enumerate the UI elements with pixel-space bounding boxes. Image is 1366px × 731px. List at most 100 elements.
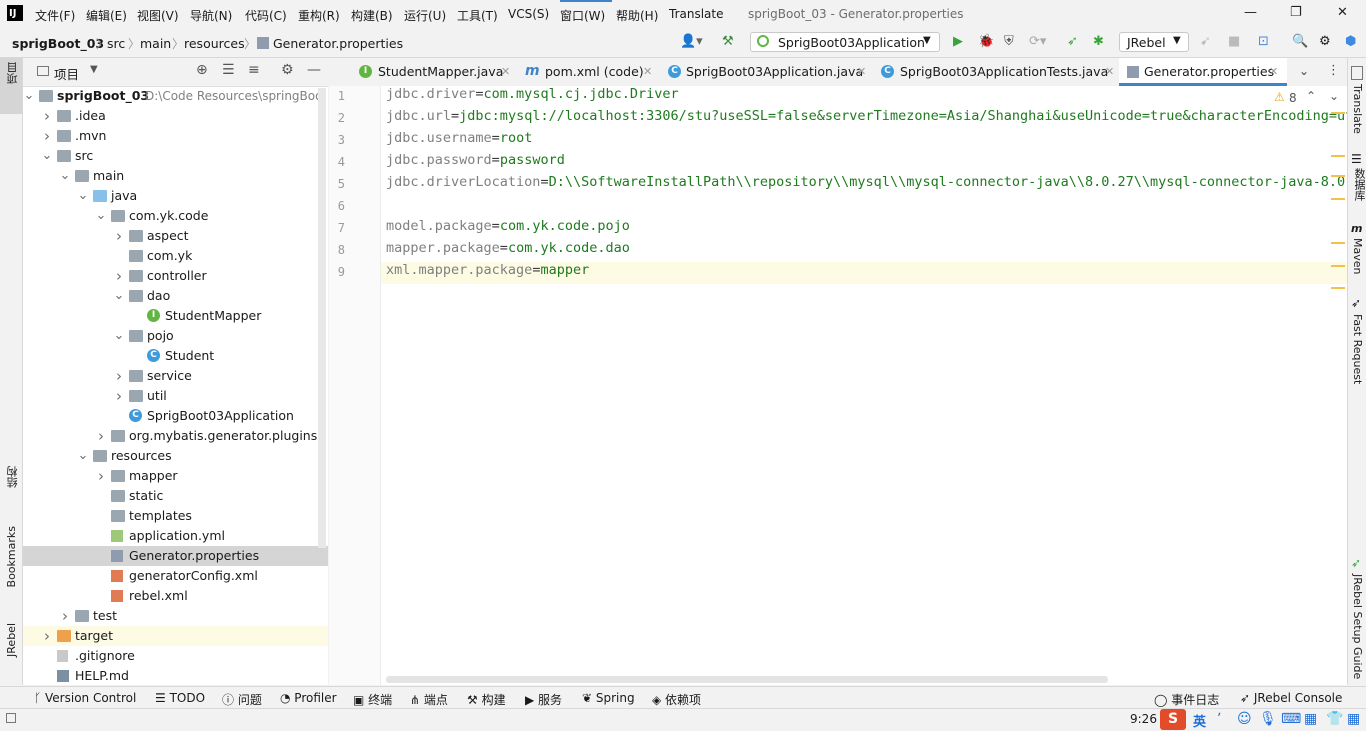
event-log-button[interactable]: ◯ 事件日志 xyxy=(1154,691,1219,708)
tree-item[interactable]: › service xyxy=(23,366,328,386)
close-icon[interactable]: ✕ xyxy=(1269,58,1278,85)
tree-item[interactable]: ⌄ dao xyxy=(23,286,328,306)
menu-tools[interactable]: 工具(T) xyxy=(457,7,498,24)
spring-button[interactable]: ❦ Spring xyxy=(582,691,635,705)
rerun-icon[interactable]: ➹ xyxy=(1200,34,1211,49)
chevron-down-icon[interactable]: ⌄ xyxy=(23,86,35,106)
gear-icon[interactable]: ⚙ xyxy=(1319,34,1331,49)
chevron-down-icon[interactable]: ⌄ xyxy=(113,286,125,306)
chevron-right-icon[interactable]: › xyxy=(113,366,125,386)
chevron-right-icon[interactable]: › xyxy=(113,266,125,286)
build-hammer-icon[interactable]: ⚒ xyxy=(722,34,734,49)
warning-icon[interactable]: ⚠ xyxy=(1274,90,1285,104)
tree-item[interactable]: › controller xyxy=(23,266,328,286)
menu-run[interactable]: 运行(U) xyxy=(404,7,446,24)
inspection-marker[interactable] xyxy=(1331,265,1345,267)
tree-item[interactable]: ⌄ resources xyxy=(23,446,328,466)
tab-generator-properties[interactable]: P Generator.properties ✕ xyxy=(1119,58,1287,86)
search-icon[interactable]: 🔍 xyxy=(1292,34,1308,49)
tree-item[interactable]: ⌄ main xyxy=(23,166,328,186)
code-line[interactable]: jdbc.url=jdbc:mysql://localhost:3306/stu… xyxy=(386,108,1347,130)
chevron-right-icon[interactable]: › xyxy=(95,466,107,486)
profiler-button[interactable]: ◔ Profiler xyxy=(280,691,337,705)
expand-all-icon[interactable]: ☰ xyxy=(222,62,235,78)
emoji-icon[interactable]: ☺ xyxy=(1237,711,1252,727)
chevron-down-icon[interactable]: ⌄ xyxy=(1329,89,1339,103)
gear-icon[interactable]: ⚙ xyxy=(281,62,294,78)
horizontal-scrollbar[interactable] xyxy=(386,676,1108,683)
inspection-marker[interactable] xyxy=(1331,287,1345,289)
menu-navigate[interactable]: 导航(N) xyxy=(190,7,232,24)
jrebel-run-icon[interactable]: ➶ xyxy=(1067,34,1078,49)
jrebel-setup-guide-button[interactable]: JRebel Setup Guide xyxy=(1351,574,1364,679)
chevron-down-icon[interactable]: ⌄ xyxy=(1299,64,1309,78)
breadcrumb-src[interactable]: src xyxy=(107,36,125,51)
chevron-right-icon[interactable]: › xyxy=(41,106,53,126)
stop-icon[interactable]: ■ xyxy=(1228,34,1240,49)
menu-window[interactable]: 窗口(W) xyxy=(560,7,605,24)
tree-item[interactable]: static xyxy=(23,486,328,506)
tree-item[interactable]: I StudentMapper xyxy=(23,306,328,326)
close-icon[interactable]: ✕ xyxy=(643,58,652,85)
close-icon[interactable]: ✕ xyxy=(501,58,510,85)
maven-tool-button[interactable]: Maven xyxy=(1351,238,1364,274)
tree-item[interactable]: ⌄ pojo xyxy=(23,326,328,346)
breadcrumb-project[interactable]: sprigBoot_03 xyxy=(12,36,104,51)
menu-edit[interactable]: 编辑(E) xyxy=(86,7,127,24)
chevron-down-icon[interactable]: ⌄ xyxy=(77,186,89,206)
project-panel-title[interactable]: 项目 xyxy=(54,64,79,83)
menu-refactor[interactable]: 重构(R) xyxy=(298,7,340,24)
tree-item[interactable]: templates xyxy=(23,506,328,526)
translate-tool-button[interactable]: Translate xyxy=(1351,84,1364,134)
code-line[interactable]: xml.mapper.package=mapper xyxy=(381,262,1347,284)
code-line[interactable]: jdbc.username=root xyxy=(386,130,532,152)
tab-studentmapper[interactable]: I StudentMapper.java ✕ xyxy=(329,58,519,86)
layout-toggle-icon[interactable] xyxy=(6,713,16,723)
collapse-all-icon[interactable]: ≡ xyxy=(248,62,260,78)
chevron-right-icon[interactable]: › xyxy=(59,606,71,626)
tree-item[interactable]: › mapper xyxy=(23,466,328,486)
hide-panel-icon[interactable]: — xyxy=(307,62,321,78)
debug-icon[interactable]: 🐞 xyxy=(978,34,994,49)
tab-sprigboot03application[interactable]: C SprigBoot03Application.java ✕ xyxy=(665,58,871,86)
jrebel-console-button[interactable]: ➶ JRebel Console xyxy=(1240,691,1342,705)
sogou-ime-icon[interactable]: S xyxy=(1160,709,1186,730)
tree-item[interactable]: ⌄ sprigBoot_03 D:\Code Resources\springBoo xyxy=(23,86,328,106)
chevron-down-icon[interactable]: ⌄ xyxy=(59,166,71,186)
chevron-right-icon[interactable]: › xyxy=(113,226,125,246)
inspection-marker[interactable] xyxy=(1331,175,1345,177)
version-control-button[interactable]: ᚴ Version Control xyxy=(34,691,136,705)
maximize-button[interactable]: ❐ xyxy=(1290,5,1302,20)
minimize-button[interactable]: — xyxy=(1244,5,1257,20)
ime-language[interactable]: 英 xyxy=(1193,711,1206,730)
menu-translate[interactable]: Translate xyxy=(669,7,724,21)
tree-item[interactable]: com.yk xyxy=(23,246,328,266)
tree-item[interactable]: rebel.xml xyxy=(23,586,328,606)
skin-icon[interactable]: ▦ xyxy=(1304,711,1317,727)
tree-item[interactable]: › org.mybatis.generator.plugins xyxy=(23,426,328,446)
microphone-icon[interactable]: 🎙 xyxy=(1259,711,1277,727)
tree-item[interactable]: application.yml xyxy=(23,526,328,546)
chevron-right-icon[interactable]: › xyxy=(95,426,107,446)
chevron-down-icon[interactable]: ⌄ xyxy=(77,446,89,466)
tree-item[interactable]: › target xyxy=(23,626,328,646)
todo-button[interactable]: ☰ TODO xyxy=(155,691,205,705)
code-line[interactable]: mapper.package=com.yk.code.dao xyxy=(386,240,630,262)
chevron-right-icon[interactable]: › xyxy=(41,626,53,646)
menu-code[interactable]: 代码(C) xyxy=(245,7,287,24)
update-icon[interactable]: ⬢ xyxy=(1345,34,1356,49)
caret-position[interactable]: 9:26 xyxy=(1130,712,1157,726)
tree-item[interactable]: ⌄ src xyxy=(23,146,328,166)
project-tool-button[interactable]: 项目 xyxy=(0,58,22,114)
tree-item[interactable]: C Student xyxy=(23,346,328,366)
more-options-icon[interactable]: ⋮ xyxy=(1327,63,1340,78)
breadcrumb-main[interactable]: main xyxy=(140,36,171,51)
menu-file[interactable]: 文件(F) xyxy=(35,7,75,24)
breadcrumb-file[interactable]: Generator.properties xyxy=(273,36,403,51)
keyboard-icon[interactable]: ⌨ xyxy=(1281,711,1301,727)
chevron-up-icon[interactable]: ⌃ xyxy=(1306,89,1316,103)
menu-vcs[interactable]: VCS(S) xyxy=(508,7,549,21)
locate-icon[interactable]: ⊕ xyxy=(196,62,208,78)
chevron-down-icon[interactable]: ⌄ xyxy=(41,146,53,166)
fast-request-tool-button[interactable]: Fast Request xyxy=(1351,314,1364,384)
